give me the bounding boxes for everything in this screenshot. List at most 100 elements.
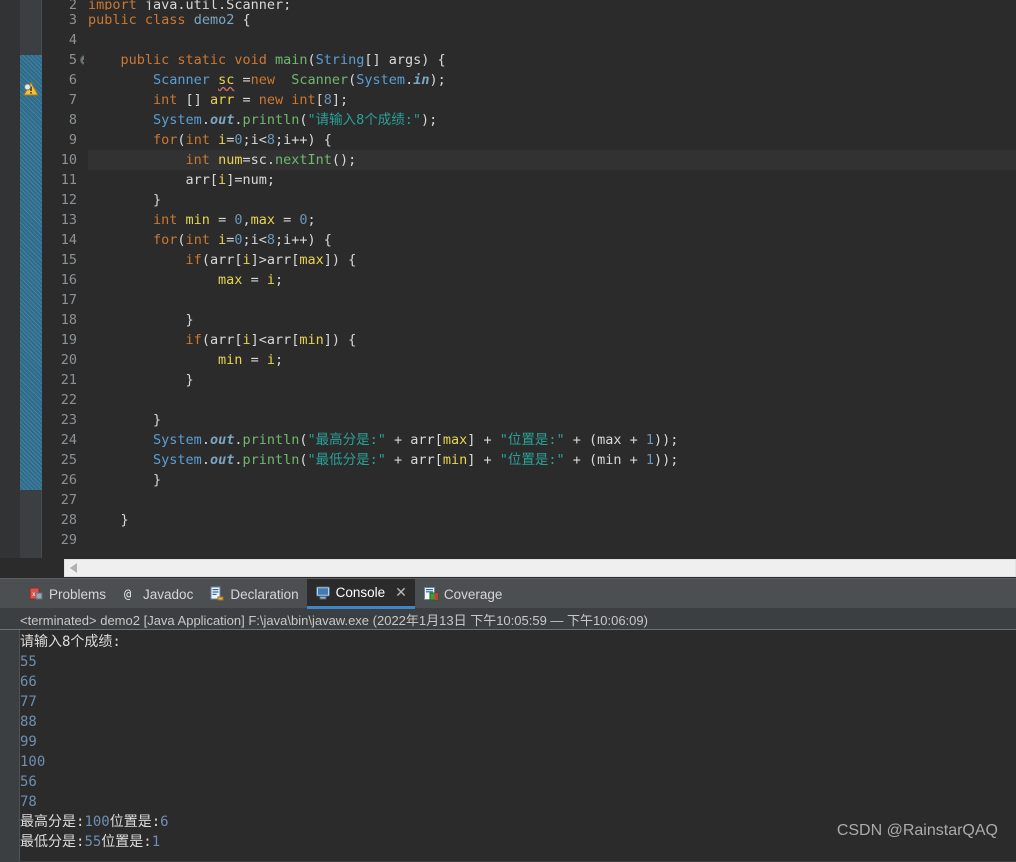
- code-token: int: [185, 132, 219, 148]
- code-token: ;i<: [242, 232, 267, 248]
- warning-icon[interactable]: [23, 81, 39, 97]
- code-token: ] +: [467, 432, 500, 448]
- code-line[interactable]: for(int i=0;i<8;i++) {: [88, 230, 1016, 250]
- editor-left-strip: [0, 0, 20, 558]
- code-token: ]<arr[: [250, 332, 300, 348]
- code-token: }: [88, 472, 162, 488]
- console-line: 99: [20, 734, 37, 750]
- code-line[interactable]: System.out.println("最高分是:" + arr[max] + …: [88, 430, 1016, 450]
- code-token: ,: [242, 212, 251, 228]
- line-number: 16: [60, 272, 77, 288]
- code-line[interactable]: if(arr[i]>arr[max]) {: [88, 250, 1016, 270]
- code-line[interactable]: System.out.println("最低分是:" + arr[min] + …: [88, 450, 1016, 470]
- console-line: 66: [20, 674, 37, 690]
- code-token: println: [242, 432, 300, 448]
- line-number-gutter[interactable]: 2 3 4 5 6 7 8 9 10 11 12 13 14 15 16 17 18 19 20 21 22 23 24 25…: [42, 0, 90, 558]
- code-line[interactable]: Scanner sc =new Scanner(System.in);: [88, 70, 1016, 90]
- code-token: ));: [654, 432, 679, 448]
- code-line[interactable]: public class demo2 {: [88, 10, 1016, 30]
- code-line[interactable]: arr[i]=num;: [88, 170, 1016, 190]
- code-token: "请输入8个成绩:": [307, 112, 422, 128]
- code-line[interactable]: [88, 30, 1016, 50]
- code-token: println: [242, 112, 300, 128]
- scroll-left-arrow-icon[interactable]: [70, 563, 77, 573]
- line-number: 27: [60, 492, 77, 508]
- code-token: i: [218, 172, 227, 188]
- code-token: System: [153, 112, 202, 128]
- code-token: for: [153, 232, 178, 248]
- line-number: 15: [60, 252, 77, 268]
- tab-label: Javadoc: [143, 586, 194, 602]
- code-token: ];: [331, 92, 349, 108]
- code-token: max: [218, 272, 243, 288]
- code-token: nextInt: [274, 152, 332, 168]
- svg-text:x: x: [32, 591, 36, 598]
- annotation-marker-bar[interactable]: [20, 0, 42, 558]
- code-token: =: [242, 352, 267, 368]
- tab-declaration[interactable]: Declaration: [201, 579, 306, 609]
- code-line[interactable]: max = i;: [88, 270, 1016, 290]
- code-line[interactable]: }: [88, 370, 1016, 390]
- code-line[interactable]: public static void main(String[] args) {: [88, 50, 1016, 70]
- code-line[interactable]: int num=sc.nextInt();: [88, 150, 1016, 170]
- code-token: ));: [654, 452, 679, 468]
- code-token: max: [250, 212, 275, 228]
- code-editor[interactable]: 2 3 4 5 6 7 8 9 10 11 12 13 14 15 16 17 18 19 20 21 22 23 24 25…: [0, 0, 1016, 558]
- code-line[interactable]: [88, 490, 1016, 510]
- console-line: 56: [20, 774, 37, 790]
- line-number: 20: [60, 352, 77, 368]
- tab-coverage[interactable]: Coverage: [415, 579, 511, 609]
- view-tab-bar[interactable]: x Problems @ Javadoc Declaration Console ✕ Cove…: [0, 578, 1016, 609]
- code-token: new: [258, 92, 292, 108]
- code-line[interactable]: int [] arr = new int[8];: [88, 90, 1016, 110]
- code-line[interactable]: for(int i=0;i<8;i++) {: [88, 130, 1016, 150]
- tab-label: Coverage: [443, 586, 503, 602]
- editor-horizontal-scrollbar[interactable]: [0, 558, 1016, 578]
- eclipse-ide-window: 2 3 4 5 6 7 8 9 10 11 12 13 14 15 16 17 18 19 20 21 22 23 24 25…: [0, 0, 1016, 862]
- code-token: }: [88, 512, 129, 528]
- tab-javadoc[interactable]: @ Javadoc: [114, 579, 201, 609]
- code-token: 8: [266, 232, 276, 248]
- code-token: java.util.Scanner;: [136, 0, 292, 10]
- code-line[interactable]: [88, 290, 1016, 310]
- tab-close-icon[interactable]: ✕: [395, 585, 407, 601]
- code-token: if: [185, 252, 202, 268]
- console-line: 55: [20, 654, 37, 670]
- code-line[interactable]: System.out.println("请输入8个成绩:");: [88, 110, 1016, 130]
- code-token: ;: [274, 352, 284, 368]
- code-line[interactable]: [88, 390, 1016, 410]
- code-line[interactable]: }: [88, 510, 1016, 530]
- line-number: 9: [68, 132, 77, 148]
- code-token: public: [120, 52, 178, 68]
- line-number: 24: [60, 432, 77, 448]
- code-text-area[interactable]: import java.util.Scanner; public class de…: [84, 0, 1016, 558]
- code-token: (arr[: [201, 332, 243, 348]
- code-token: min: [299, 332, 324, 348]
- line-number: 10: [60, 152, 77, 168]
- tab-problems[interactable]: x Problems: [20, 579, 114, 609]
- code-token: =: [275, 212, 300, 228]
- code-token: "位置是:": [499, 432, 565, 448]
- code-line[interactable]: if(arr[i]<arr[min]) {: [88, 330, 1016, 350]
- watermark-text: CSDN @RainstarQAQ: [836, 822, 998, 839]
- tab-console[interactable]: Console ✕: [306, 579, 415, 609]
- code-token: sc: [218, 72, 235, 88]
- code-token: import: [88, 0, 137, 10]
- code-token: arr[: [88, 172, 219, 188]
- code-line[interactable]: }: [88, 190, 1016, 210]
- code-token: .: [201, 112, 210, 128]
- code-line[interactable]: min = i;: [88, 350, 1016, 370]
- code-line[interactable]: }: [88, 470, 1016, 490]
- line-number: 22: [60, 392, 77, 408]
- code-line[interactable]: [88, 530, 1016, 550]
- code-line[interactable]: int min = 0,max = 0;: [88, 210, 1016, 230]
- code-token: (: [299, 112, 308, 128]
- code-line[interactable]: }: [88, 310, 1016, 330]
- code-token: + (min +: [564, 452, 646, 468]
- console-launch-status: <terminated> demo2 [Java Application] F:…: [0, 608, 1016, 630]
- scrollbar-thumb[interactable]: [64, 559, 1016, 577]
- code-token: =: [234, 92, 259, 108]
- code-line[interactable]: }: [88, 410, 1016, 430]
- code-line[interactable]: import java.util.Scanner;: [88, 0, 1016, 10]
